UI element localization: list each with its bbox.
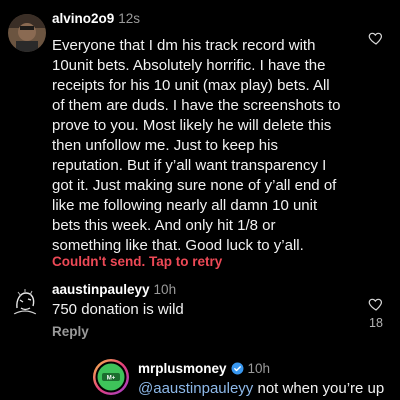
comment-body: Everyone that I dm his track record with… <box>52 36 341 256</box>
commenter-avatar[interactable] <box>8 284 42 318</box>
username-text[interactable]: alvino2o9 <box>52 11 114 26</box>
comment-text-line: 750 donation is wild <box>52 301 184 318</box>
comment-text-line: receipts for his 10 unit (max play) bets… <box>52 77 330 94</box>
comment-text-line: Everyone that I dm his track record with <box>52 37 316 54</box>
comment-text-line: prove to you. Most likely he will delete… <box>52 117 332 134</box>
commenter-avatar[interactable] <box>8 14 46 52</box>
profile-photo-icon <box>8 14 46 52</box>
sketch-avatar-icon <box>8 284 42 318</box>
comment-text-line: of them are duds. I have the screenshots… <box>52 97 341 114</box>
like-heart-icon[interactable] <box>368 30 384 46</box>
comment-text-line: @aaustinpauleyy not when you’re up <box>138 379 384 399</box>
reply-button[interactable]: Reply <box>52 324 89 339</box>
send-error-retry[interactable]: Couldn't send. Tap to retry <box>52 254 222 269</box>
like-heart-icon[interactable] <box>368 296 384 312</box>
verified-badge-icon <box>231 362 243 375</box>
comment-text-line: bets this week. And only hit 1/8 or <box>52 217 276 234</box>
username-text[interactable]: mrplusmoney <box>138 361 227 376</box>
comment-text-line: something like that. Good luck to y’all. <box>52 237 304 254</box>
comment-username[interactable]: mrplusmoney 10h <box>138 361 270 376</box>
comment-text-line: like me following nearly all damn 10 uni… <box>52 197 318 214</box>
comment-username[interactable]: alvino2o9 12s <box>52 11 140 26</box>
username-text[interactable]: aaustinpauleyy <box>52 282 150 297</box>
comments-screen: alvino2o9 12s Everyone that I dm his trac… <box>0 0 400 400</box>
comment-text-line: reputation. But if y’all want transparen… <box>52 157 327 174</box>
comment-text-line: then unfollow me. Just to keep his <box>52 137 278 154</box>
commenter-avatar[interactable]: M+ <box>92 358 130 396</box>
like-count: 18 <box>369 316 383 330</box>
comment-text-line: 10unit bets. Absolutely horrific. I have… <box>52 57 326 74</box>
logo-avatar-icon: M+ <box>93 359 129 395</box>
comment-text-line: got it. Just making sure none of y’all e… <box>52 177 337 194</box>
comment-body: @aaustinpauleyy not when you’re up <box>138 379 384 399</box>
comment-timestamp: 10h <box>247 361 271 376</box>
comment-timestamp: 12s <box>118 11 141 26</box>
comment-username[interactable]: aaustinpauleyy 10h <box>52 282 176 297</box>
mention-link[interactable]: @aaustinpauleyy <box>138 380 253 397</box>
svg-text:M+: M+ <box>107 376 116 382</box>
comment-text-continuation: not when you’re up <box>253 380 385 397</box>
comment-timestamp: 10h <box>153 282 177 297</box>
comment-body: 750 donation is wild <box>52 300 184 320</box>
